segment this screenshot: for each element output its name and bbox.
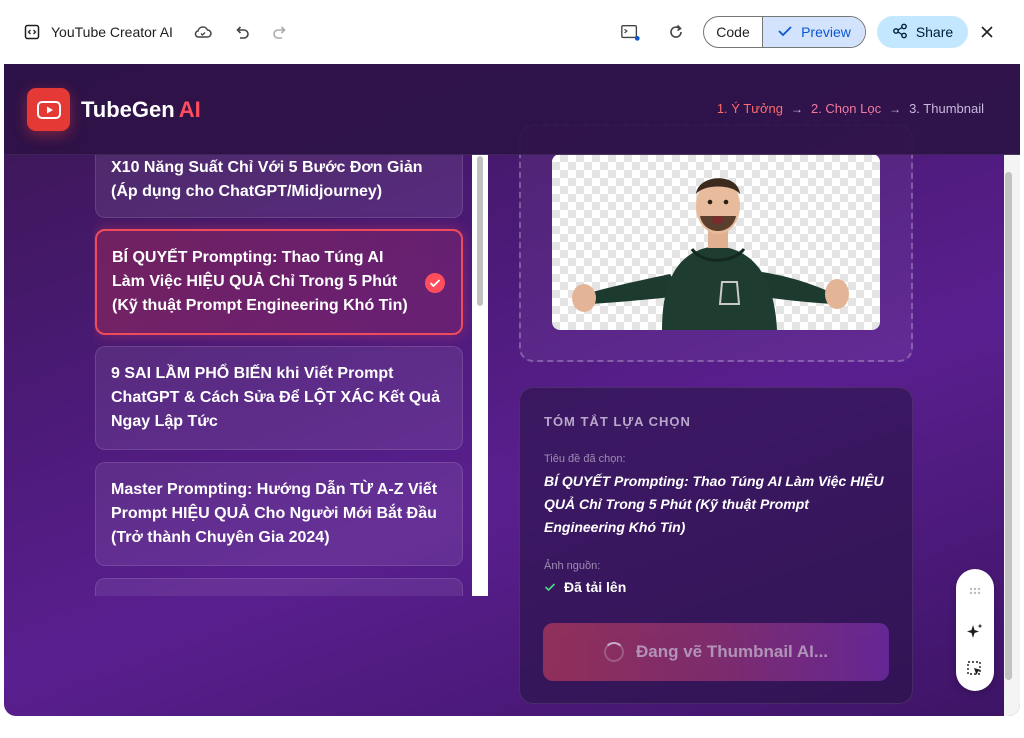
- step-2: 2. Chọn Lọc: [810, 101, 882, 116]
- arrow-right-icon: →: [889, 101, 902, 116]
- drag-handle-icon[interactable]: [965, 581, 985, 601]
- summary-heading: TÓM TẮT LỰA CHỌN: [544, 414, 691, 429]
- check-icon: [777, 24, 793, 41]
- title-option[interactable]: 9 SAI LẦM PHỔ BIẾN khi Viết Prompt ChatG…: [95, 346, 463, 450]
- top-toolbar: YouTube Creator AI Code Preview Share: [0, 0, 1024, 64]
- title-option-selected[interactable]: BÍ QUYẾT Prompting: Thao Túng AI Làm Việ…: [95, 229, 463, 335]
- code-tab[interactable]: Code: [704, 17, 763, 47]
- selected-title-label: Tiêu đề đã chọn:: [544, 453, 626, 465]
- person-cutout-image: [572, 178, 849, 330]
- share-icon: [892, 23, 908, 42]
- source-image-status-text: Đã tải lên: [564, 579, 627, 595]
- selection-summary-panel: TÓM TẮT LỰA CHỌN Tiêu đề đã chọn: BÍ QUY…: [519, 387, 913, 704]
- title-option-text: BÍ QUYẾT Prompting: Thao Túng AI Làm Việ…: [112, 249, 408, 314]
- selected-title-value: BÍ QUYẾT Prompting: Thao Túng AI Làm Việ…: [544, 473, 884, 535]
- title-option-text: Master Prompting: Hướng Dẫn TỪ A-Z Viết …: [111, 481, 438, 546]
- undo-icon[interactable]: [232, 22, 252, 42]
- brand-suffix: AI: [178, 97, 201, 122]
- share-button[interactable]: Share: [877, 16, 968, 48]
- arrow-right-icon: →: [790, 101, 803, 116]
- title-option[interactable]: X10 Năng Suất Chỉ Với 5 Bước Đơn Giản (Á…: [95, 154, 463, 218]
- refresh-icon[interactable]: [666, 22, 686, 42]
- sparkle-icon[interactable]: [965, 621, 985, 641]
- source-image-label: Ảnh nguồn:: [544, 560, 601, 572]
- terminal-icon[interactable]: [620, 22, 640, 42]
- step-indicator: 1. Ý Tưởng → 2. Chọn Lọc → 3. Thumbnail: [717, 101, 984, 116]
- cloud-icon[interactable]: [193, 22, 213, 42]
- app-header: TubeGen AI 1. Ý Tưởng → 2. Chọn Lọc → 3. …: [4, 64, 1020, 155]
- app-title: YouTube Creator AI: [51, 24, 173, 40]
- floating-toolbar: [956, 569, 994, 691]
- redo-icon[interactable]: [270, 22, 290, 42]
- preview-tab[interactable]: Preview: [763, 17, 865, 47]
- share-label: Share: [915, 24, 954, 40]
- youtube-play-icon: [27, 88, 70, 131]
- step-1: 1. Ý Tưởng: [716, 101, 783, 116]
- list-scrollbar-thumb[interactable]: [477, 156, 483, 306]
- code-icon: [24, 24, 40, 40]
- close-icon[interactable]: [977, 22, 997, 42]
- step-3: 3. Thumbnail: [909, 101, 984, 116]
- brand-logo-text: TubeGen AI: [81, 97, 201, 123]
- title-option-text: 9 SAI LẦM PHỔ BIẾN khi Viết Prompt ChatG…: [111, 365, 440, 430]
- page-scrollbar-thumb[interactable]: [1005, 172, 1012, 680]
- brand-name: TubeGen: [81, 97, 175, 122]
- select-icon[interactable]: [965, 659, 985, 679]
- generate-thumbnail-button[interactable]: Đang vẽ Thumbnail AI...: [543, 623, 889, 681]
- preview-label: Preview: [801, 24, 851, 40]
- title-list: X10 Năng Suất Chỉ Với 5 Bước Đơn Giản (Á…: [94, 154, 488, 596]
- title-option-text: X10 Năng Suất Chỉ Với 5 Bước Đơn Giản (Á…: [111, 159, 423, 200]
- check-icon: [544, 579, 556, 595]
- source-image-status: Đã tải lên: [544, 579, 626, 595]
- title-option[interactable]: Master Prompting: Hướng Dẫn TỪ A-Z Viết …: [95, 462, 463, 566]
- title-option[interactable]: [95, 578, 463, 596]
- check-circle-icon: [425, 273, 445, 293]
- uploaded-image: [552, 154, 880, 330]
- view-toggle: Code Preview: [703, 16, 866, 48]
- preview-frame: TubeGen AI 1. Ý Tưởng → 2. Chọn Lọc → 3. …: [4, 64, 1020, 716]
- loading-spinner-icon: [603, 642, 624, 662]
- generate-label: Đang vẽ Thumbnail AI...: [635, 642, 829, 661]
